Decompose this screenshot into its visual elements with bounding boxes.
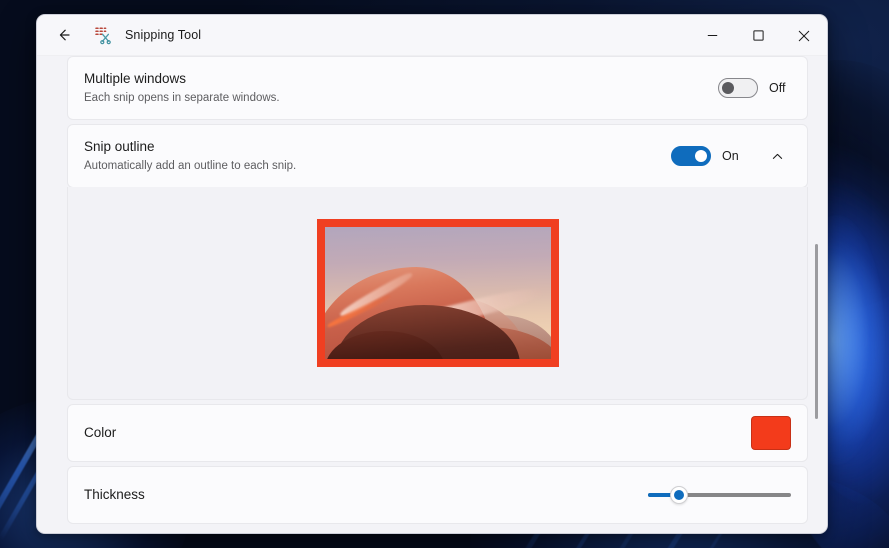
close-button[interactable] — [781, 15, 827, 56]
setting-text: Multiple windows Each snip opens in sepa… — [84, 70, 718, 107]
scrollbar-thumb[interactable] — [814, 244, 818, 419]
setting-text: Thickness — [84, 486, 648, 504]
back-button[interactable] — [47, 20, 81, 50]
setting-card-snip-outline[interactable]: Snip outline Automatically add an outlin… — [67, 124, 808, 188]
back-arrow-icon — [59, 29, 70, 41]
snip-outline-toggle-label: On — [722, 149, 739, 163]
maximize-icon — [752, 30, 764, 41]
setting-text: Color — [84, 424, 751, 442]
toggle-knob — [695, 150, 707, 162]
setting-text: Snip outline Automatically add an outlin… — [84, 138, 671, 175]
thickness-slider[interactable] — [648, 484, 791, 506]
color-label: Color — [84, 424, 117, 440]
settings-content: Multiple windows Each snip opens in sepa… — [37, 56, 827, 533]
window-controls — [689, 15, 827, 56]
maximize-button[interactable] — [735, 15, 781, 56]
setting-subtitle: Automatically add an outline to each sni… — [84, 159, 297, 172]
thickness-label: Thickness — [84, 486, 145, 502]
snip-outline-toggle-group: On — [671, 142, 791, 170]
close-icon — [798, 30, 810, 41]
multiple-windows-toggle[interactable] — [718, 78, 758, 98]
content-scrollbar[interactable] — [811, 238, 821, 518]
setting-card-multiple-windows[interactable]: Multiple windows Each snip opens in sepa… — [67, 56, 808, 120]
setting-title: Multiple windows — [84, 70, 187, 86]
setting-card-color[interactable]: Color — [67, 404, 808, 462]
snip-outline-collapse-button[interactable] — [763, 142, 791, 170]
chevron-up-icon — [772, 153, 782, 159]
snip-outline-preview — [316, 219, 559, 367]
snip-outline-toggle[interactable] — [671, 146, 711, 166]
section-header-appearance: Appearance — [67, 528, 808, 533]
toggle-knob — [722, 82, 734, 94]
slider-thumb[interactable] — [670, 486, 689, 504]
minimize-icon — [707, 35, 717, 36]
snipping-tool-icon — [93, 25, 113, 45]
title-bar: Snipping Tool — [37, 15, 827, 56]
snip-outline-expanded-panel — [67, 187, 808, 400]
multiple-windows-toggle-label: Off — [769, 81, 786, 95]
setting-card-thickness[interactable]: Thickness — [67, 466, 808, 524]
setting-subtitle: Each snip opens in separate windows. — [84, 91, 280, 104]
outline-color-swatch[interactable] — [751, 416, 791, 450]
setting-title: Snip outline — [84, 138, 155, 154]
minimize-button[interactable] — [689, 15, 735, 56]
window-title: Snipping Tool — [125, 28, 202, 42]
preview-wallpaper-image — [324, 227, 551, 359]
snipping-tool-window: Snipping Tool Multiple windows Each snip… — [36, 14, 828, 534]
multiple-windows-toggle-group: Off — [718, 78, 791, 98]
